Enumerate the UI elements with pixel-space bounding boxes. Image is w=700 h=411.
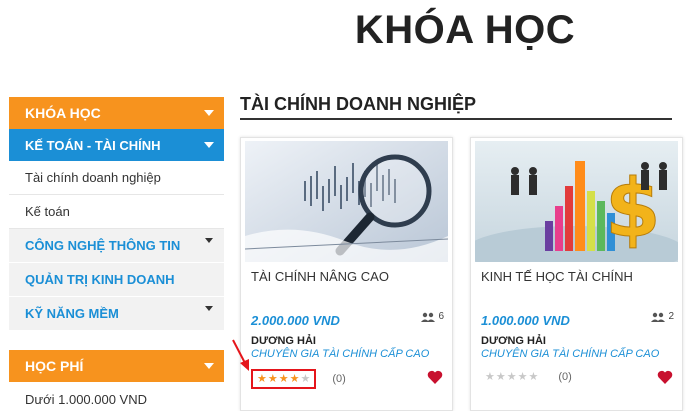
annotation-arrow-icon xyxy=(232,339,249,371)
teacher-name: DƯƠNG HẢI xyxy=(251,335,316,347)
sidebar-fee-label: HỌC PHÍ xyxy=(25,358,84,374)
teacher-role: CHUYÊN GIA TÀI CHÍNH CẤP CAO xyxy=(481,348,660,360)
course-price: 1.000.000 VND xyxy=(481,313,570,328)
star-icon[interactable]: ★ xyxy=(290,373,300,385)
sidebar-item-quan-tri-kinh-doanh[interactable]: QUẢN TRỊ KINH DOANH xyxy=(9,263,224,297)
course-name[interactable]: TÀI CHÍNH NÂNG CAO xyxy=(251,269,389,284)
sidebar-item-cong-nghe-thong-tin[interactable]: CÔNG NGHỆ THÔNG TIN xyxy=(9,229,224,263)
users-icon xyxy=(421,312,436,322)
heart-icon[interactable] xyxy=(427,370,443,389)
sidebar: KHÓA HỌC KẾ TOÁN - TÀI CHÍNH Tài chính d… xyxy=(9,97,224,331)
star-icon[interactable]: ★ xyxy=(507,371,517,383)
chevron-down-icon xyxy=(194,142,224,148)
course-card[interactable]: $ KINH TẾ HỌC TÀI CHÍNH 1.000.000 VND 2 … xyxy=(470,137,683,411)
section-title: TÀI CHÍNH DOANH NGHIỆP xyxy=(240,94,477,114)
page-title: KHÓA HỌC xyxy=(354,8,576,52)
sidebar-subitem-ke-toan[interactable]: Kế toán xyxy=(9,195,224,229)
teacher-name: DƯƠNG HẢI xyxy=(481,335,546,347)
sidebar-item-ky-nang-mem[interactable]: KỸ NĂNG MỀM xyxy=(9,297,224,331)
sidebar-item-label: CÔNG NGHỆ THÔNG TIN xyxy=(25,238,181,253)
student-count: 6 xyxy=(421,311,444,322)
sidebar-fee: HỌC PHÍ Dưới 1.000.000 VND xyxy=(9,350,224,411)
sidebar-courses-header[interactable]: KHÓA HỌC xyxy=(9,97,224,129)
course-image[interactable]: $ xyxy=(475,141,678,262)
users-icon xyxy=(651,312,666,322)
star-icon[interactable]: ★ xyxy=(301,373,311,385)
student-count-value: 6 xyxy=(438,311,444,322)
course-name[interactable]: KINH TẾ HỌC TÀI CHÍNH xyxy=(481,269,633,284)
teacher-role: CHUYÊN GIA TÀI CHÍNH CẤP CAO xyxy=(251,348,430,360)
chevron-down-icon xyxy=(194,363,224,369)
star-icon[interactable]: ★ xyxy=(257,373,267,385)
course-rating: ★ ★ ★ ★ ★ (0) xyxy=(481,369,572,385)
course-card[interactable]: TÀI CHÍNH NÂNG CAO 2.000.000 VND 6 DƯƠNG… xyxy=(240,137,453,411)
review-count: (0) xyxy=(332,373,346,385)
review-count: (0) xyxy=(558,371,572,383)
star-icon[interactable]: ★ xyxy=(268,373,278,385)
rating-stars[interactable]: ★ ★ ★ ★ ★ xyxy=(481,369,542,385)
course-rating: ★ ★ ★ ★ ★ (0) xyxy=(251,369,346,389)
star-icon[interactable]: ★ xyxy=(496,371,506,383)
sidebar-item-label: QUẢN TRỊ KINH DOANH xyxy=(25,272,175,287)
student-count-value: 2 xyxy=(668,311,674,322)
course-price: 2.000.000 VND xyxy=(251,313,340,328)
course-image[interactable] xyxy=(245,141,448,262)
sidebar-item-ke-toan-tai-chinh[interactable]: KẾ TOÁN - TÀI CHÍNH xyxy=(9,129,224,161)
student-count: 2 xyxy=(651,311,674,322)
sidebar-item-label: KỸ NĂNG MỀM xyxy=(25,306,119,321)
sidebar-item-label: KẾ TOÁN - TÀI CHÍNH xyxy=(25,137,161,153)
sidebar-courses-label: KHÓA HỌC xyxy=(25,105,101,121)
section-divider xyxy=(240,118,672,120)
star-icon[interactable]: ★ xyxy=(518,371,528,383)
heart-icon[interactable] xyxy=(657,370,673,389)
sidebar-fee-item[interactable]: Dưới 1.000.000 VND xyxy=(9,382,224,411)
sidebar-subitem-tai-chinh-doanh-nghiep[interactable]: Tài chính doanh nghiệp xyxy=(9,161,224,195)
star-icon[interactable]: ★ xyxy=(529,371,539,383)
sidebar-fee-header[interactable]: HỌC PHÍ xyxy=(9,350,224,382)
rating-stars[interactable]: ★ ★ ★ ★ ★ xyxy=(251,369,317,389)
svg-text:$: $ xyxy=(605,162,661,255)
star-icon[interactable]: ★ xyxy=(279,373,289,385)
chevron-down-icon xyxy=(194,110,224,116)
star-icon[interactable]: ★ xyxy=(485,371,495,383)
